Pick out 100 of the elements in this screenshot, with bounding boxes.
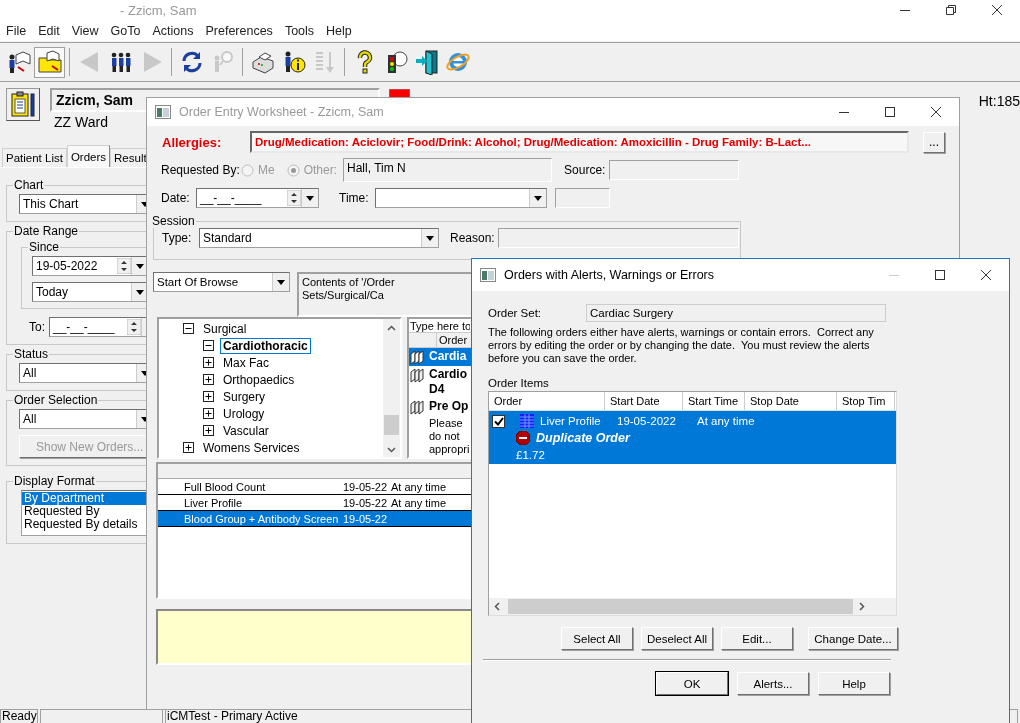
caret-icon — [136, 263, 144, 269]
time-extra-field[interactable] — [555, 188, 610, 208]
column-header[interactable]: Start Date — [605, 392, 683, 410]
tree-item[interactable]: Surgical — [159, 320, 383, 337]
dialog-button[interactable]: Select All — [561, 627, 633, 650]
source-field[interactable] — [609, 160, 740, 180]
alert-text: Duplicate Order — [536, 431, 630, 445]
more-button[interactable]: ... — [923, 131, 945, 153]
checkbox[interactable] — [492, 414, 505, 428]
chart-dropdown[interactable]: This Chart — [19, 194, 146, 214]
dialog-button[interactable]: OK — [656, 672, 728, 695]
window-icon — [155, 105, 171, 119]
status-dropdown[interactable]: All — [19, 363, 146, 383]
tab[interactable]: Patient List — [2, 148, 67, 167]
scroll-left-icon[interactable] — [494, 602, 500, 611]
source-label: Source: — [564, 163, 607, 177]
expand-icon[interactable] — [183, 442, 194, 453]
menu-item[interactable]: File — [0, 23, 33, 38]
menu-item[interactable]: Actions — [146, 23, 200, 38]
search-field[interactable]: Type here to — [409, 319, 471, 334]
horizontal-scrollbar[interactable] — [489, 598, 896, 615]
menu-item[interactable]: Preferences — [199, 23, 279, 38]
time-dropdown[interactable] — [375, 188, 547, 208]
expand-icon[interactable] — [203, 408, 214, 419]
dialog-button[interactable]: Deselect All — [641, 627, 713, 650]
order-list-row[interactable]: Please do not appropri — [409, 416, 471, 457]
dialog-button[interactable]: Change Date... — [808, 627, 898, 650]
requested-by-label: Requested By: — [161, 163, 241, 177]
tab[interactable]: Result — [110, 148, 146, 167]
period-dropdown[interactable]: Today — [32, 282, 146, 302]
order-date: 19-05-22 — [343, 480, 389, 493]
caret-icon — [306, 195, 314, 201]
list-item[interactable]: Requested By details — [22, 518, 146, 531]
dialog-button[interactable]: Help — [818, 672, 890, 695]
list-item[interactable]: By Department — [22, 492, 146, 505]
since-date-field[interactable]: 19-05-2022 — [32, 256, 146, 276]
menu-item[interactable]: View — [65, 23, 105, 38]
tree-item[interactable]: Womens Services — [159, 439, 383, 456]
order-set-label: Order Set: — [488, 307, 543, 319]
start-date: 19-05-2022 — [617, 415, 677, 427]
session-type-dropdown[interactable]: Standard — [199, 228, 439, 248]
column-header[interactable]: Start Time — [683, 392, 745, 410]
caret-icon — [136, 289, 144, 295]
order-set-field: Cardiac Surgery — [586, 304, 886, 322]
menu-item[interactable]: GoTo — [104, 23, 147, 38]
group-label: Chart — [13, 178, 45, 192]
spinner-icon[interactable] — [127, 319, 141, 335]
collapse-icon[interactable] — [203, 340, 214, 351]
browse-dropdown[interactable]: Start Of Browse — [153, 272, 290, 292]
menu-item[interactable]: Tools — [278, 23, 321, 38]
order-list-row[interactable]: Pre Op — [409, 398, 471, 416]
order-list-row[interactable]: Cardia — [409, 348, 471, 366]
caret-icon — [426, 235, 434, 241]
list-item[interactable]: Requested By — [22, 505, 146, 518]
tab[interactable]: Orders — [66, 145, 111, 167]
tree-item[interactable]: Orthopaedics — [159, 371, 383, 388]
group-label: Order Selection — [13, 393, 99, 407]
collapse-icon[interactable] — [183, 323, 194, 334]
column-header[interactable]: Order — [489, 392, 605, 410]
date-field[interactable]: __-__-____ — [196, 188, 319, 208]
scrollbar-thumb[interactable] — [384, 415, 399, 435]
order-date: 19-05-22 — [343, 512, 389, 525]
reason-field[interactable] — [498, 228, 739, 248]
expand-icon[interactable] — [203, 357, 214, 368]
expand-icon[interactable] — [203, 374, 214, 385]
dialog-button[interactable]: Alerts... — [737, 672, 809, 695]
requested-by-field[interactable]: Hall, Tim N — [343, 158, 553, 182]
clipboard-button[interactable] — [6, 88, 40, 121]
spinner-icon[interactable] — [117, 258, 131, 274]
menu-item[interactable]: Help — [320, 23, 358, 38]
scroll-up-icon[interactable] — [387, 325, 396, 331]
expand-icon[interactable] — [203, 391, 214, 402]
order-list-row[interactable]: Cardio D4 — [409, 366, 471, 398]
tree-item[interactable]: Cardiothoracic — [159, 337, 383, 354]
restore-icon — [946, 5, 956, 15]
tree-item[interactable]: Vascular — [159, 422, 383, 439]
spinner-icon[interactable] — [287, 190, 301, 206]
scroll-down-icon[interactable] — [387, 447, 396, 453]
to-label: To: — [29, 320, 46, 334]
maximize-icon — [935, 270, 945, 280]
scroll-right-icon[interactable] — [859, 602, 865, 611]
patient-ward: ZZ Ward — [54, 114, 109, 130]
dialog-button[interactable]: Edit... — [721, 627, 793, 650]
stop-sign-icon — [516, 431, 530, 445]
expand-icon[interactable] — [203, 425, 214, 436]
order-note: Please do not appropri — [429, 417, 470, 456]
order-name: Full Blood Count — [183, 480, 267, 493]
dialog-title: Orders with Alerts, Warnings or Errors — [504, 268, 714, 282]
tree-item[interactable]: Urology — [159, 405, 383, 422]
start-time: At any time — [697, 415, 756, 427]
table-row[interactable]: Liver Profile 19-05-2022 At any time Duplicate Order £1.72 — [489, 411, 896, 464]
column-header[interactable]: Stop Date — [745, 392, 837, 410]
order-price: £1.72 — [516, 449, 546, 461]
to-date-field[interactable]: __-__-____ — [49, 317, 146, 337]
tree-item[interactable]: Surgery — [159, 388, 383, 405]
order-selection-dropdown[interactable]: All — [19, 409, 146, 429]
menu-item[interactable]: Edit — [32, 23, 66, 38]
column-header[interactable]: Stop Tim — [837, 392, 895, 410]
tree-item[interactable]: Max Fac — [159, 354, 383, 371]
group-label: Date Range — [13, 224, 80, 238]
